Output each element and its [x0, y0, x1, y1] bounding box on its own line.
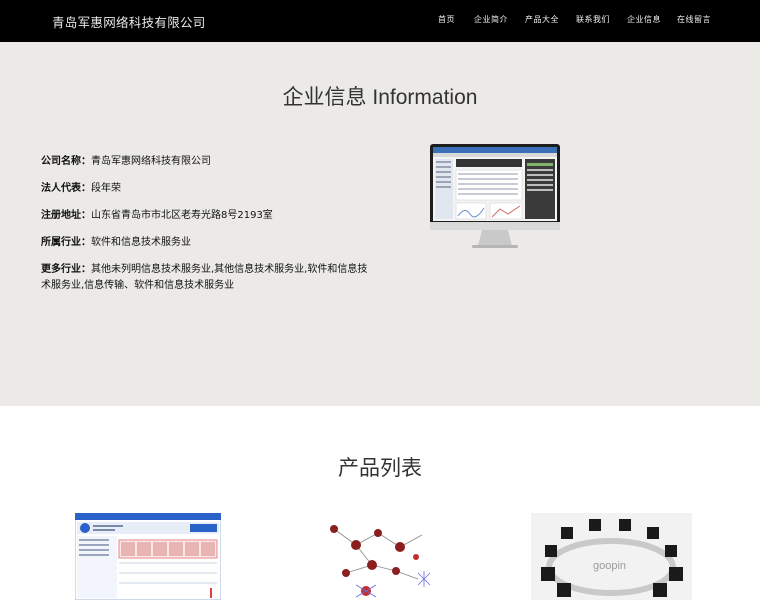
info-row-company-name: 公司名称：青岛军惠网络科技有限公司: [41, 154, 376, 170]
main-nav: 首页 企业简介 产品大全 联系我们 企业信息 在线留言: [0, 14, 760, 28]
nav-message[interactable]: 在线留言: [677, 14, 711, 25]
nav-company-profile[interactable]: 企业简介: [474, 14, 508, 25]
info-row-industry: 所属行业：软件和信息技术服务业: [41, 235, 376, 251]
info-value: 软件和信息技术服务业: [91, 237, 191, 248]
top-navigation-bar: 青岛军惠网络科技有限公司 首页 企业简介 产品大全 联系我们 企业信息 在线留言: [0, 0, 760, 42]
info-label: 更多行业：: [41, 264, 91, 275]
nav-home[interactable]: 首页: [438, 14, 455, 25]
product-list-section: 产品列表 goopin: [0, 406, 760, 600]
product-thumbnail-diagram[interactable]: [326, 513, 434, 600]
company-info-list: 公司名称：青岛军惠网络科技有限公司 法人代表：段年荣 注册地址：山东省青岛市市北…: [41, 154, 376, 305]
info-value: 山东省青岛市市北区老寿光路8号2193室: [91, 210, 273, 221]
info-value: 段年荣: [91, 183, 121, 194]
info-label: 所属行业：: [41, 237, 91, 248]
info-label: 注册地址：: [41, 210, 91, 221]
info-value: 青岛军惠网络科技有限公司: [91, 156, 211, 167]
company-info-section: 企业信息 Information 公司名称：青岛军惠网络科技有限公司 法人代表：…: [0, 42, 760, 406]
product-thumbnail-network[interactable]: goopin: [531, 513, 692, 600]
section-title: 产品列表: [338, 456, 422, 480]
section-title: 企业信息 Information: [282, 86, 478, 109]
product-thumbnail-software[interactable]: [75, 513, 221, 600]
goopin-watermark: goopin: [593, 560, 626, 572]
info-row-address: 注册地址：山东省青岛市市北区老寿光路8号2193室: [41, 208, 376, 224]
info-row-legal-rep: 法人代表：段年荣: [41, 181, 376, 197]
info-label: 法人代表：: [41, 183, 91, 194]
info-label: 公司名称：: [41, 156, 91, 167]
nav-contact[interactable]: 联系我们: [576, 14, 610, 25]
nav-company-info[interactable]: 企业信息: [627, 14, 661, 25]
info-row-more-industry: 更多行业：其他未列明信息技术服务业,其他信息技术服务业,软件和信息技术服务业,信…: [41, 262, 376, 294]
computer-monitor-image: [430, 144, 560, 250]
nav-products[interactable]: 产品大全: [525, 14, 559, 25]
